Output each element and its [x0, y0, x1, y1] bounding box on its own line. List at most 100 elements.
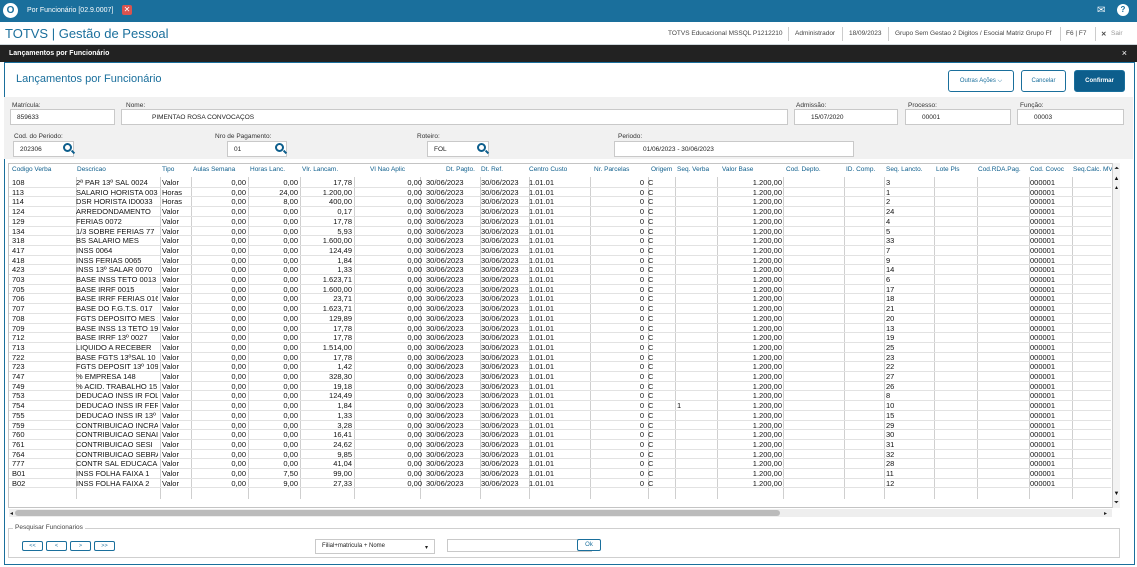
table-cell[interactable]: 000001 [1030, 469, 1069, 478]
table-cell[interactable]: 0 [590, 391, 644, 400]
table-cell[interactable]: 1.01.01 [529, 421, 586, 430]
close-icon[interactable]: ✕ [1101, 30, 1106, 38]
table-cell[interactable]: 30/06/2023 [426, 421, 477, 430]
column-header[interactable]: Horas Lanc. [250, 166, 285, 173]
table-cell[interactable]: C [648, 285, 673, 294]
table-cell[interactable]: 3 [886, 178, 932, 187]
table-cell[interactable]: Valor [162, 324, 189, 333]
table-cell[interactable]: C [648, 265, 673, 274]
column-header[interactable]: Aulas Semana [193, 166, 235, 173]
table-cell[interactable]: 760 [12, 430, 72, 439]
table-cell[interactable]: 1.200,00 [722, 450, 782, 459]
table-cell[interactable]: BASE INSS 13 TETO 19 [76, 324, 158, 333]
table-cell[interactable]: 0,00 [193, 353, 246, 362]
table-cell[interactable]: 30/06/2023 [481, 294, 525, 303]
table-cell[interactable]: 0 [590, 353, 644, 362]
column-header[interactable]: Origem [651, 166, 672, 173]
table-cell[interactable]: Valor [162, 256, 189, 265]
table-cell[interactable]: 0,00 [356, 217, 422, 226]
table-cell[interactable]: 30/06/2023 [426, 343, 477, 352]
date-label[interactable]: 18/09/2023 [849, 30, 882, 37]
table-cell[interactable]: 0 [590, 421, 644, 430]
table-cell[interactable]: 707 [12, 304, 72, 313]
column-header[interactable]: Dt. Ref. [481, 166, 503, 173]
table-cell[interactable]: % EMPRESA 148 [76, 372, 158, 381]
nome-field[interactable]: PIMENTAO ROSA CONVOCAÇOS [121, 109, 788, 125]
table-cell[interactable]: Valor [162, 450, 189, 459]
table-cell[interactable]: 0,00 [356, 256, 422, 265]
column-header[interactable]: Cod. Depto. [786, 166, 821, 173]
table-cell[interactable]: 30/06/2023 [426, 401, 477, 410]
table-cell[interactable]: 41,04 [302, 459, 352, 468]
close-tab-icon[interactable]: ✕ [122, 5, 132, 15]
table-cell[interactable]: 0 [590, 236, 644, 245]
table-cell[interactable]: 114 [12, 197, 72, 206]
table-cell[interactable]: 418 [12, 256, 72, 265]
table-cell[interactable]: 19,18 [302, 382, 352, 391]
table-cell[interactable]: FERIAS 0072 [76, 217, 158, 226]
table-cell[interactable]: C [648, 450, 673, 459]
table-cell[interactable]: 000001 [1030, 304, 1069, 313]
table-cell[interactable]: 30/06/2023 [426, 217, 477, 226]
table-cell[interactable]: 0,00 [193, 382, 246, 391]
table-cell[interactable]: 0 [590, 285, 644, 294]
table-cell[interactable]: 134 [12, 227, 72, 236]
table-cell[interactable]: 0,00 [356, 372, 422, 381]
table-cell[interactable]: 0,00 [356, 401, 422, 410]
table-cell[interactable]: 30/06/2023 [481, 197, 525, 206]
search-input[interactable] [447, 539, 592, 552]
table-cell[interactable]: 17,78 [302, 324, 352, 333]
table-cell[interactable]: 0,00 [356, 333, 422, 342]
table-cell[interactable]: 0,00 [193, 265, 246, 274]
table-cell[interactable]: 0,00 [356, 324, 422, 333]
table-cell[interactable]: 1.01.01 [529, 343, 586, 352]
table-cell[interactable]: 1.200,00 [722, 430, 782, 439]
table-cell[interactable]: 000001 [1030, 265, 1069, 274]
table-cell[interactable]: 1.01.01 [529, 197, 586, 206]
table-cell[interactable]: 0,00 [356, 294, 422, 303]
table-cell[interactable]: 1.200,00 [722, 459, 782, 468]
table-cell[interactable]: 0,00 [193, 333, 246, 342]
table-cell[interactable]: 30/06/2023 [426, 324, 477, 333]
horizontal-scroll-thumb[interactable] [15, 510, 780, 516]
table-cell[interactable]: 1.01.01 [529, 275, 586, 284]
table-cell[interactable]: 124 [12, 207, 72, 216]
table-cell[interactable]: 0 [590, 343, 644, 352]
table-cell[interactable]: 0 [590, 256, 644, 265]
table-cell[interactable]: C [648, 343, 673, 352]
column-header[interactable]: Descricao [77, 166, 106, 173]
last-page-button[interactable]: >> [94, 541, 115, 551]
table-cell[interactable]: DEDUCAO INSS IR FOL [76, 391, 158, 400]
table-cell[interactable]: 000001 [1030, 450, 1069, 459]
table-cell[interactable]: 13 [886, 324, 932, 333]
table-cell[interactable]: 30/06/2023 [481, 227, 525, 236]
table-cell[interactable]: Valor [162, 469, 189, 478]
table-cell[interactable]: 777 [12, 459, 72, 468]
table-cell[interactable]: 9,00 [250, 479, 298, 488]
table-cell[interactable]: BASE IRRF 0015 [76, 285, 158, 294]
table-cell[interactable]: 8 [886, 391, 932, 400]
table-cell[interactable]: Valor [162, 401, 189, 410]
table-cell[interactable]: INSS FOLHA FAIXA 1 [76, 469, 158, 478]
table-cell[interactable]: 0 [590, 450, 644, 459]
search-icon[interactable] [275, 143, 284, 152]
table-cell[interactable]: 0 [590, 227, 644, 236]
table-cell[interactable]: 2 [886, 197, 932, 206]
table-cell[interactable]: 30/06/2023 [481, 217, 525, 226]
scroll-up-icon[interactable]: ▴ [1113, 184, 1120, 192]
table-cell[interactable]: 1.200,00 [722, 207, 782, 216]
table-cell[interactable]: 1.01.01 [529, 236, 586, 245]
table-cell[interactable]: 1.01.01 [529, 372, 586, 381]
table-cell[interactable]: 30/06/2023 [426, 256, 477, 265]
table-cell[interactable]: 723 [12, 362, 72, 371]
table-cell[interactable]: 30 [886, 430, 932, 439]
search-order-select[interactable]: Filial+matricula + Nome [315, 539, 435, 554]
table-cell[interactable]: 0,00 [356, 314, 422, 323]
table-cell[interactable]: C [648, 197, 673, 206]
table-cell[interactable]: 1 [886, 188, 932, 197]
table-cell[interactable]: C [648, 333, 673, 342]
table-cell[interactable]: INSS 13º SALAR 0070 [76, 265, 158, 274]
table-cell[interactable]: 0,00 [193, 324, 246, 333]
table-cell[interactable]: 30/06/2023 [426, 275, 477, 284]
table-cell[interactable]: 000001 [1030, 440, 1069, 449]
